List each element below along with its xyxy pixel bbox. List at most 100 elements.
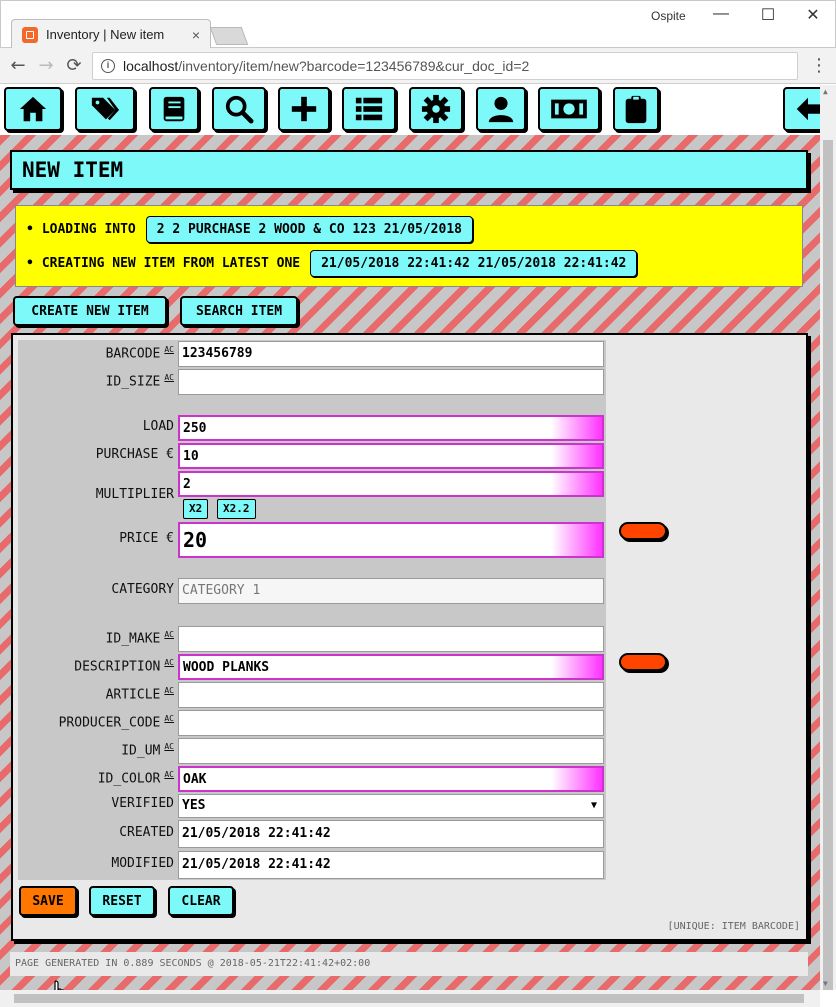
x2-2-button[interactable]: X2.2 bbox=[217, 499, 256, 519]
user-icon bbox=[488, 96, 514, 123]
barcode-field[interactable]: 123456789 bbox=[178, 341, 604, 367]
page-footer: PAGE GENERATED IN 0.889 SECONDS @ 2018-0… bbox=[10, 952, 808, 976]
back-button[interactable]: ← bbox=[6, 54, 30, 78]
loading-notice: • LOADING INTO 2 2 PURCHASE 2 WOOD & CO … bbox=[15, 205, 803, 287]
book-icon bbox=[163, 96, 185, 122]
bullet: • bbox=[26, 256, 34, 271]
plus-icon bbox=[291, 96, 317, 122]
autocomplete-link[interactable]: AC bbox=[164, 373, 174, 382]
load-label: LOAD bbox=[142, 419, 174, 434]
autocomplete-link[interactable]: AC bbox=[164, 345, 174, 354]
home-button[interactable] bbox=[4, 87, 62, 131]
price-action-pill[interactable] bbox=[619, 522, 667, 540]
modified-label: MODIFIED bbox=[111, 856, 174, 871]
autocomplete-link[interactable]: AC bbox=[164, 630, 174, 639]
app-toolbar bbox=[0, 85, 820, 135]
user-button[interactable] bbox=[476, 87, 526, 131]
scrollbar-thumb[interactable] bbox=[14, 994, 804, 1003]
browser-tab[interactable]: Inventory | New item × bbox=[11, 19, 211, 49]
info-icon[interactable]: i bbox=[101, 59, 115, 73]
tab-title: Inventory | New item bbox=[46, 27, 165, 42]
money-button[interactable] bbox=[538, 87, 600, 131]
maximize-button[interactable]: ☐ bbox=[753, 5, 783, 27]
producer-code-label: PRODUCER_CODE AC bbox=[58, 714, 174, 731]
new-tab-button[interactable] bbox=[209, 27, 249, 45]
create-new-item-button[interactable]: CREATE NEW ITEM bbox=[13, 296, 167, 326]
autocomplete-link[interactable]: AC bbox=[164, 770, 174, 779]
home-icon bbox=[19, 96, 47, 122]
url-path: /inventory/item/new?barcode=123456789&cu… bbox=[178, 58, 530, 74]
autocomplete-link[interactable]: AC bbox=[164, 686, 174, 695]
url-bar[interactable]: i localhost/inventory/item/new?barcode=1… bbox=[92, 52, 798, 80]
modified-field[interactable]: 21/05/2018 22:41:42 bbox=[178, 851, 604, 879]
clear-button[interactable]: CLEAR bbox=[168, 886, 234, 916]
x2-button[interactable]: X2 bbox=[183, 499, 209, 519]
id-make-label: ID_MAKE AC bbox=[105, 630, 174, 647]
loading-row: • LOADING INTO 2 2 PURCHASE 2 WOOD & CO … bbox=[26, 216, 473, 243]
creating-label: CREATING NEW ITEM FROM LATEST ONE bbox=[41, 256, 301, 271]
settings-button[interactable] bbox=[409, 87, 463, 131]
price-field[interactable]: 20 bbox=[178, 522, 604, 558]
id-size-field[interactable] bbox=[178, 369, 604, 395]
description-field[interactable]: WOOD PLANKS bbox=[178, 654, 604, 680]
search-item-button[interactable]: SEARCH ITEM bbox=[180, 296, 298, 326]
scrollbar-thumb[interactable] bbox=[823, 140, 833, 990]
search-button[interactable] bbox=[212, 87, 266, 131]
horizontal-scrollbar[interactable] bbox=[0, 990, 820, 1007]
autocomplete-link[interactable]: AC bbox=[164, 742, 174, 751]
multiplier-field[interactable]: 2 bbox=[178, 471, 604, 497]
producer-code-field[interactable] bbox=[178, 710, 604, 736]
browser-profile-name[interactable]: Ospite bbox=[651, 9, 686, 23]
category-field[interactable]: CATEGORY 1 bbox=[178, 578, 604, 604]
app-favicon-icon bbox=[22, 26, 38, 43]
id-um-field[interactable] bbox=[178, 738, 604, 764]
created-label: CREATED bbox=[119, 825, 174, 840]
clipboard-icon bbox=[625, 95, 647, 124]
scroll-down-icon[interactable]: ▼ bbox=[823, 979, 828, 988]
article-field[interactable] bbox=[178, 682, 604, 708]
load-field[interactable]: 250 bbox=[178, 415, 604, 441]
verified-select[interactable]: YES ▼ bbox=[178, 794, 604, 818]
loading-document-link[interactable]: 2 2 PURCHASE 2 WOOD & CO 123 21/05/2018 bbox=[145, 216, 473, 243]
page-title: NEW ITEM bbox=[10, 150, 808, 190]
id-color-field[interactable]: OAK bbox=[178, 766, 604, 792]
clipboard-button[interactable] bbox=[613, 87, 659, 131]
save-button[interactable]: SAVE bbox=[19, 886, 77, 916]
search-icon bbox=[225, 95, 254, 124]
article-label: ARTICLE AC bbox=[105, 686, 174, 703]
add-button[interactable] bbox=[278, 87, 330, 131]
back-nav-button[interactable] bbox=[783, 87, 820, 131]
tab-close-icon[interactable]: × bbox=[192, 27, 200, 43]
purchase-field[interactable]: 10 bbox=[178, 443, 604, 469]
created-field[interactable]: 21/05/2018 22:41:42 bbox=[178, 820, 604, 848]
scroll-up-icon[interactable]: ▲ bbox=[823, 87, 828, 96]
loading-label: LOADING INTO bbox=[41, 222, 136, 237]
book-button[interactable] bbox=[149, 87, 199, 131]
browser-menu-icon[interactable]: ⋮ bbox=[810, 56, 828, 76]
list-icon bbox=[355, 97, 383, 121]
id-make-field[interactable] bbox=[178, 626, 604, 652]
tags-button[interactable] bbox=[75, 87, 135, 131]
arrow-left-icon bbox=[796, 97, 820, 121]
forward-button[interactable]: → bbox=[34, 54, 58, 78]
vertical-scrollbar[interactable]: ▲ ▼ bbox=[820, 85, 836, 990]
id-size-label: ID_SIZE AC bbox=[105, 373, 174, 390]
tags-icon bbox=[91, 97, 120, 121]
autocomplete-link[interactable]: AC bbox=[164, 658, 174, 667]
price-label: PRICE € bbox=[119, 531, 174, 546]
multiplier-label: MULTIPLIER bbox=[95, 487, 174, 502]
reload-button[interactable]: ⟳ bbox=[62, 54, 86, 78]
gear-icon bbox=[421, 94, 451, 124]
page-viewport: NEW ITEM • LOADING INTO 2 2 PURCHASE 2 W… bbox=[0, 85, 820, 990]
description-action-pill[interactable] bbox=[619, 653, 667, 671]
barcode-label: BARCODE AC bbox=[105, 345, 174, 362]
bullet: • bbox=[26, 222, 34, 237]
url-host: localhost bbox=[123, 58, 179, 74]
reset-button[interactable]: RESET bbox=[89, 886, 155, 916]
category-label: CATEGORY bbox=[111, 582, 174, 597]
minimize-button[interactable]: — bbox=[706, 5, 736, 27]
close-window-button[interactable]: ✕ bbox=[798, 5, 828, 27]
autocomplete-link[interactable]: AC bbox=[164, 714, 174, 723]
list-button[interactable] bbox=[342, 87, 396, 131]
latest-item-link[interactable]: 21/05/2018 22:41:42 21/05/2018 22:41:42 bbox=[310, 250, 638, 277]
